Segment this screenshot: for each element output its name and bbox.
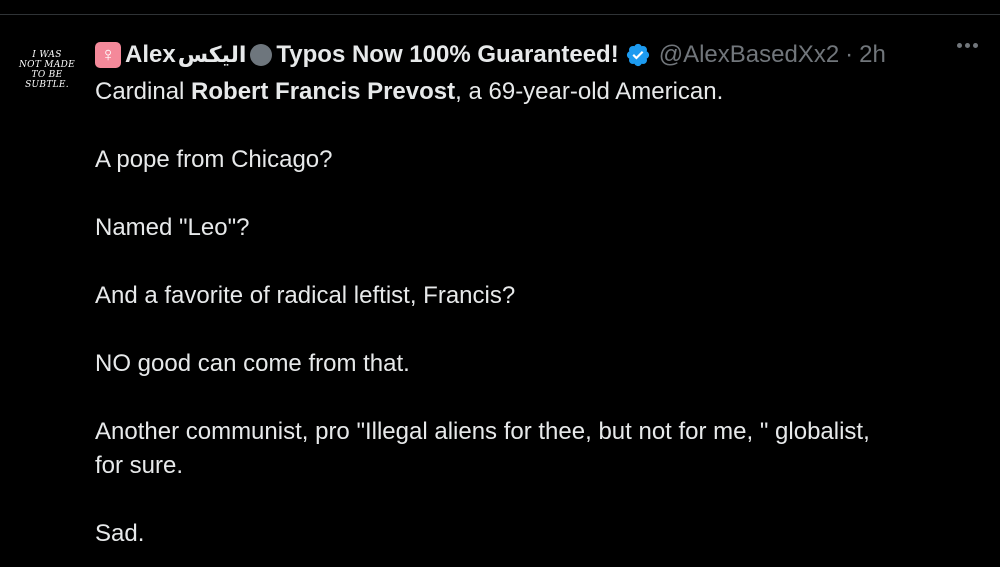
separator-dot: ·	[845, 41, 854, 68]
tweet-paragraph-4: And a favorite of radical leftist, Franc…	[95, 282, 516, 309]
tweet-paragraph-6-line-1: Another communist, pro "Illegal aliens f…	[95, 418, 870, 445]
display-name-arabic: اليكس	[177, 42, 247, 67]
tweet-paragraph-3: Named "Leo"?	[95, 214, 250, 241]
tweet-paragraph-6: Another communist, pro "Illegal aliens f…	[95, 415, 975, 483]
tweet[interactable]: I WAS NOT MADE TO BE SUBTLE. ♀ Alex اليك…	[0, 15, 1000, 567]
verified-badge-icon[interactable]	[625, 42, 651, 68]
tweet-paragraph-5: NO good can come from that.	[95, 350, 410, 377]
avatar[interactable]: I WAS NOT MADE TO BE SUBTLE.	[14, 37, 80, 103]
text-span: Cardinal	[95, 78, 192, 105]
avatar-text: I WAS NOT MADE TO BE SUBTLE.	[18, 50, 76, 90]
tweet-paragraph-1: Cardinal Robert Francis Prevost, a 69-ye…	[95, 75, 975, 109]
bold-name: Robert Francis Prevost	[191, 78, 456, 105]
display-name-part2: Typos Now 100% Guaranteed!	[276, 41, 619, 68]
circle-emoji-icon	[250, 44, 273, 66]
display-name[interactable]: Alex اليكس Typos Now 100% Guaranteed!	[125, 41, 619, 69]
tweet-header: ♀ Alex اليكس Typos Now 100% Guaranteed! …	[95, 39, 976, 71]
tweet-paragraph-6-line-2: for sure.	[95, 452, 184, 479]
tweet-text: Cardinal Robert Francis Prevost, a 69-ye…	[95, 75, 975, 551]
text-span: , a 69-year-old American.	[455, 78, 724, 105]
user-handle[interactable]: @AlexBasedXx2	[659, 41, 839, 69]
more-options-icon[interactable]	[957, 43, 978, 48]
tweet-paragraph-7: Sad.	[95, 520, 145, 547]
venus-icon: ♀	[95, 42, 121, 68]
timestamp[interactable]: 2h	[859, 41, 886, 69]
tweet-paragraph-2: A pope from Chicago?	[95, 146, 333, 173]
display-name-part1: Alex	[125, 41, 176, 68]
